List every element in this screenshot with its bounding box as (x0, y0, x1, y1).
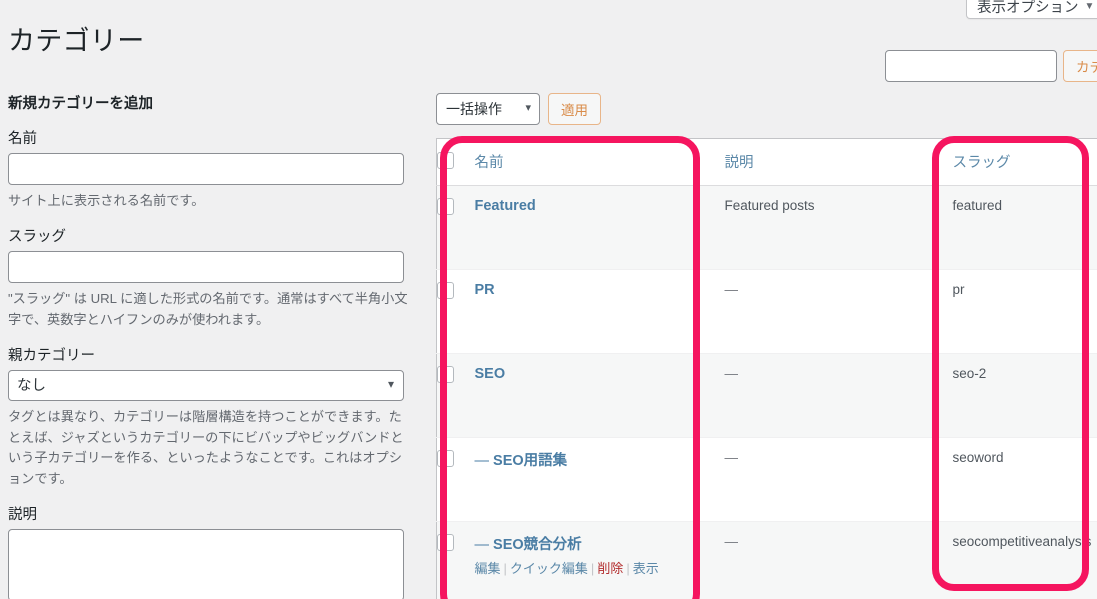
search-submit-button[interactable]: カテゴリーを検索 (1063, 50, 1097, 82)
row-checkbox-cell[interactable] (436, 269, 475, 354)
column-header-slug[interactable]: スラッグ (952, 138, 1097, 186)
slug-field-label: スラッグ (8, 229, 66, 246)
category-name-cell: PR (474, 269, 725, 354)
row-action-separator: | (503, 561, 507, 576)
category-slug-text: seocompetitiveanalysis (952, 534, 1092, 549)
edit-link[interactable]: 編集 (475, 561, 501, 576)
category-slug-text: pr (952, 282, 965, 297)
row-checkbox-cell[interactable] (436, 437, 475, 522)
table-head: 名前 説明 スラッグ (436, 138, 1097, 186)
row-checkbox-cell[interactable] (436, 185, 475, 270)
delete-link[interactable]: 削除 (597, 561, 623, 576)
category-name-cell: — SEO用語集 (474, 437, 725, 522)
row-checkbox-cell[interactable] (436, 521, 475, 599)
category-slug-cell: seoword (952, 437, 1097, 522)
child-category-dash: — (474, 537, 494, 553)
category-description-cell: Featured posts (724, 185, 953, 270)
category-slug-text: featured (952, 198, 1003, 213)
table-header-row: 名前 説明 スラッグ (436, 138, 1097, 186)
category-slug-cell: featured (952, 185, 1097, 270)
select-all-header[interactable] (436, 138, 475, 186)
row-checkbox[interactable] (437, 534, 454, 551)
category-description-cell: — (724, 437, 953, 522)
row-checkbox[interactable] (437, 282, 454, 299)
category-slug-text: seo-2 (952, 366, 987, 381)
category-name-link[interactable]: PR (475, 282, 495, 298)
name-input[interactable] (8, 153, 404, 185)
name-field-help: サイト上に表示される名前です。 (8, 193, 205, 208)
screen-options-button[interactable]: 表示オプション ▼ (966, 0, 1097, 19)
search-form: カテゴリーを検索 (885, 50, 1097, 82)
screen-options-label: 表示オプション (977, 0, 1079, 16)
table-row: — SEO競合分析 編集 | クイック編集 | 削除 | 表示 — seocompetitivea… (436, 521, 1097, 599)
category-name-link[interactable]: — SEO競合分析 (475, 533, 582, 554)
category-slug-cell: seo-2 (952, 353, 1097, 438)
category-slug-cell: pr (952, 269, 1097, 354)
categories-table: 名前 説明 スラッグ Featured Featured posts feature… (436, 138, 1097, 599)
category-description-text: — (724, 534, 739, 549)
table-row: Featured Featured posts featured (436, 185, 1097, 270)
chevron-down-icon: ▼ (1084, 0, 1095, 12)
category-name-cell: SEO (474, 353, 725, 438)
row-action-separator: | (626, 561, 630, 576)
category-name-link[interactable]: Featured (475, 198, 536, 214)
search-input[interactable] (885, 50, 1057, 82)
description-field-label: 説明 (8, 507, 37, 524)
categories-admin-page: 表示オプション ▼ カテゴリー カテゴリーを検索 新規カテゴリーを追加 名前 サ… (0, 0, 1097, 599)
category-description-text: — (724, 366, 739, 381)
table-row: — SEO用語集 — seoword (436, 437, 1097, 522)
row-checkbox-cell[interactable] (436, 353, 475, 438)
table-navigation-top: 一括操作 ▾ 適用 (436, 92, 1097, 126)
form-heading: 新規カテゴリーを追加 (8, 96, 153, 112)
category-description-cell: — (724, 269, 953, 354)
category-slug-cell: seocompetitiveanalysis (952, 521, 1097, 599)
apply-button[interactable]: 適用 (548, 93, 601, 125)
table-body: Featured Featured posts featured PR — pr SEO — s… (436, 185, 1097, 599)
view-link[interactable]: 表示 (633, 561, 659, 576)
parent-category-label: 親カテゴリー (8, 348, 95, 365)
category-description-text: Featured posts (724, 198, 815, 213)
select-all-checkbox[interactable] (437, 152, 454, 169)
category-name-cell: Featured (474, 185, 725, 270)
parent-category-select-wrap: なし ▾ (8, 370, 404, 402)
slug-field-help: "スラッグ" は URL に適した形式の名前です。通常はすべて半角小文字で、英数… (8, 291, 408, 327)
table-row: PR — pr (436, 269, 1097, 354)
add-new-category-form: 新規カテゴリーを追加 名前 サイト上に表示される名前です。 スラッグ "スラッグ… (8, 92, 412, 599)
child-category-dash: — (474, 453, 494, 469)
category-description-text: — (724, 282, 739, 297)
category-name-link[interactable]: SEO (475, 366, 506, 382)
slug-input[interactable] (8, 251, 404, 284)
parent-category-help: タグとは異なり、カテゴリーは階層構造を持つことができます。たとえば、ジャズという… (8, 409, 404, 486)
bulk-actions-select[interactable]: 一括操作 (436, 93, 540, 125)
quick-edit-link[interactable]: クイック編集 (510, 561, 588, 576)
row-checkbox[interactable] (437, 450, 454, 467)
category-name-cell: — SEO競合分析 編集 | クイック編集 | 削除 | 表示 (474, 521, 725, 599)
parent-category-select[interactable]: なし (8, 370, 404, 402)
name-field-label: 名前 (8, 131, 37, 147)
row-checkbox[interactable] (437, 366, 454, 383)
page-title: カテゴリー (8, 26, 145, 57)
table-row: SEO — seo-2 (436, 353, 1097, 438)
category-name-link[interactable]: — SEO用語集 (475, 449, 568, 470)
category-slug-text: seoword (952, 450, 1004, 465)
row-actions: 編集 | クイック編集 | 削除 | 表示 (475, 558, 715, 577)
column-header-name[interactable]: 名前 (474, 138, 725, 186)
row-checkbox[interactable] (437, 198, 454, 215)
categories-list-panel: 一括操作 ▾ 適用 名前 説明 スラッグ Featured Featured po… (436, 92, 1097, 599)
column-header-description[interactable]: 説明 (724, 138, 953, 186)
category-description-cell: — (724, 353, 953, 438)
description-textarea[interactable] (8, 529, 404, 599)
category-description-cell: — (724, 521, 953, 599)
row-action-separator: | (590, 561, 595, 576)
category-description-text: — (724, 450, 739, 465)
bulk-actions-select-wrap: 一括操作 ▾ (436, 93, 540, 125)
